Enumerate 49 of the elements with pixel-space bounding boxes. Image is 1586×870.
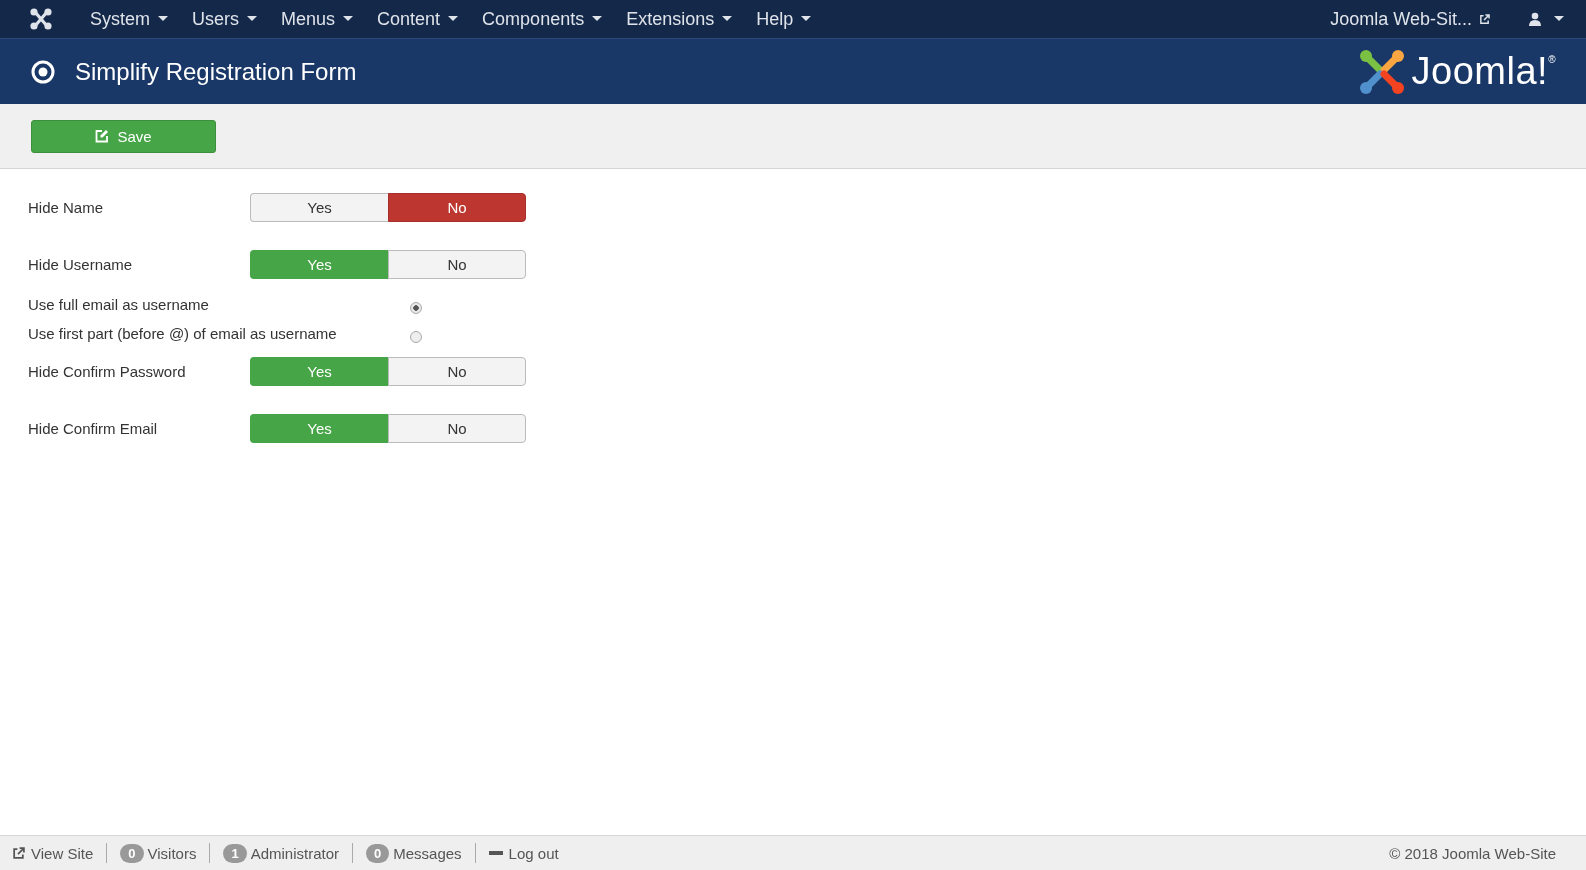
status-link[interactable]: 0 Messages: [366, 843, 462, 863]
page-title: Simplify Registration Form: [75, 57, 357, 86]
toggle-option[interactable]: No: [388, 414, 526, 443]
count-badge: 0: [366, 843, 390, 863]
status-link[interactable]: 0 Visitors: [120, 843, 197, 863]
view-site-link[interactable]: View Site: [12, 844, 94, 862]
caret-icon: [247, 16, 258, 22]
caret-icon: [343, 16, 354, 22]
count-badge: 1: [223, 843, 247, 863]
target-icon: [31, 59, 55, 84]
count-badge: 0: [120, 843, 144, 863]
menu-item[interactable]: Extensions: [614, 8, 745, 30]
field-label: Hide Username: [28, 256, 134, 273]
caret-icon: [801, 16, 812, 22]
field-label: Hide Confirm Email: [28, 420, 159, 437]
menu-item[interactable]: Menus: [269, 8, 366, 30]
field-label: Hide Name: [28, 199, 105, 216]
toggle-option[interactable]: No: [388, 193, 526, 222]
field-label: Hide Confirm Password: [28, 363, 187, 380]
menu-item[interactable]: Help: [744, 8, 824, 30]
field-label: Use first part (before @) of email as username: [28, 324, 338, 342]
radio-button[interactable]: [410, 330, 422, 343]
toggle-option[interactable]: No: [388, 357, 526, 386]
caret-icon: [1554, 16, 1564, 22]
caret-icon: [592, 16, 603, 22]
caret-icon: [722, 16, 733, 22]
joomla-wordmark: Joomla!$^{®}$: [1411, 50, 1556, 93]
logout-link[interactable]: Log out: [488, 844, 559, 862]
menu-item[interactable]: Content: [365, 8, 471, 30]
site-link[interactable]: Joomla Web-Sit...: [1330, 8, 1490, 30]
edit-icon: [95, 129, 110, 143]
menu-item[interactable]: Components: [470, 8, 615, 30]
toggle-option[interactable]: No: [388, 250, 526, 279]
user-menu-button[interactable]: [1528, 12, 1564, 26]
radio-button[interactable]: [410, 301, 422, 314]
caret-icon: [448, 16, 459, 22]
toggle-option[interactable]: Yes: [250, 193, 388, 222]
field-label: Use full email as username: [28, 295, 210, 313]
joomla-brand-icon: [1357, 47, 1406, 96]
joomla-logo-icon[interactable]: [30, 8, 52, 30]
external-link-icon: [12, 846, 25, 860]
status-link[interactable]: 1 Administrator: [223, 843, 339, 863]
external-link-icon: [1479, 13, 1490, 25]
copyright-text: © 2018 Joomla Web-Site: [1389, 844, 1556, 862]
menu-item[interactable]: System: [78, 8, 180, 30]
caret-icon: [158, 16, 168, 22]
menu-item[interactable]: Users: [180, 8, 270, 30]
minus-icon: [488, 851, 503, 855]
user-icon: [1528, 12, 1542, 26]
